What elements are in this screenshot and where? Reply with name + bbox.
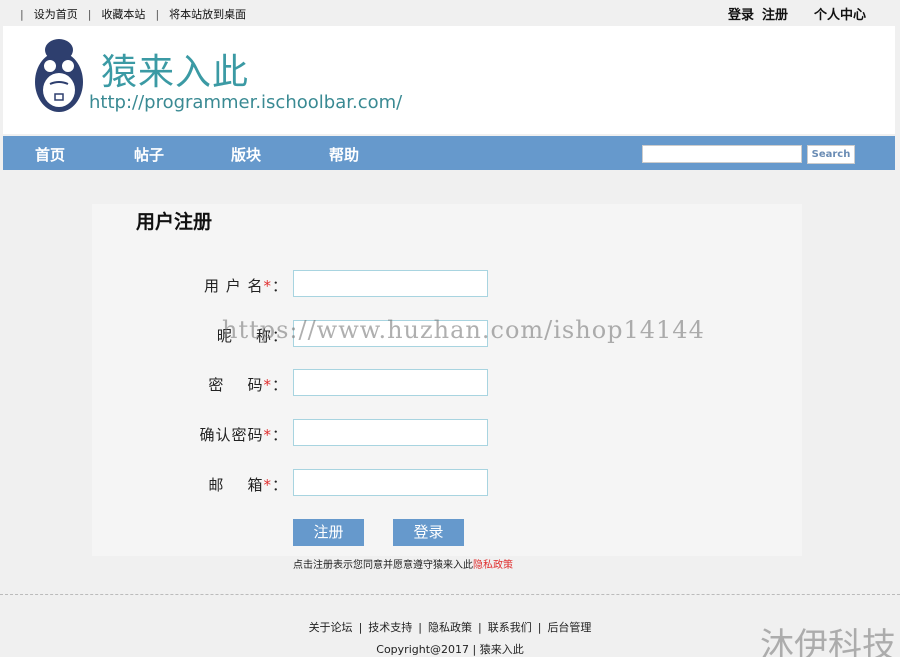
footer-link-support[interactable]: 技术支持 — [368, 621, 412, 634]
user-center-link[interactable]: 个人中心 — [814, 4, 866, 23]
password-row: 密 码*： — [92, 369, 802, 397]
copyright: Copyright@2017 | 猿来入此 — [376, 643, 524, 656]
search-input[interactable] — [642, 145, 802, 163]
separator: | — [155, 7, 160, 21]
nav-item-posts[interactable]: 帖子 — [134, 144, 164, 165]
nav-item-home[interactable]: 首页 — [35, 144, 65, 165]
confirm-password-row: 确认密码*： — [92, 419, 802, 447]
search-button[interactable]: Search — [807, 145, 855, 164]
set-homepage-link[interactable]: 设为首页 — [34, 6, 78, 22]
footer-divider — [0, 594, 900, 595]
separator: | — [20, 7, 24, 21]
site-title: 猿来入此 — [101, 52, 250, 93]
footer-link-contact[interactable]: 联系我们 — [488, 621, 532, 634]
confirm-password-input[interactable] — [293, 419, 488, 446]
top-links: | 设为首页 | 收藏本站 | 将本站放到桌面 — [20, 6, 246, 22]
register-link[interactable]: 注册 — [762, 4, 788, 23]
password-label: 密 码*： — [208, 376, 288, 394]
nickname-row: 昵 称： — [92, 320, 802, 348]
separator: | — [87, 7, 92, 21]
privacy-notice: 点击注册表示您同意并愿意遵守猿来入此隐私政策 — [293, 560, 513, 571]
footer-links: 关于论坛 | 技术支持 | 隐私政策 | 联系我们 | 后台管理 — [308, 621, 592, 634]
email-input[interactable] — [293, 469, 488, 496]
login-link[interactable]: 登录 — [728, 4, 754, 23]
confirm-password-label: 确认密码*： — [199, 426, 288, 444]
form-title: 用户注册 — [136, 211, 213, 233]
desktop-shortcut-link[interactable]: 将本站放到桌面 — [169, 6, 246, 22]
top-utility-bar: | 设为首页 | 收藏本站 | 将本站放到桌面 登录 注册 个人中心 — [0, 0, 900, 26]
password-input[interactable] — [293, 369, 488, 396]
main-nav: 首页 帖子 版块 帮助 Search — [3, 136, 895, 170]
login-button[interactable]: 登录 — [393, 519, 464, 546]
site-url: http://programmer.ischoolbar.com/ — [89, 92, 403, 113]
site-header: 猿来入此 http://programmer.ischoolbar.com/ — [3, 26, 895, 134]
monkey-logo-icon[interactable] — [33, 36, 85, 114]
nickname-label: 昵 称： — [216, 327, 288, 345]
username-input[interactable] — [293, 270, 488, 297]
footer-link-privacy[interactable]: 隐私政策 — [428, 621, 472, 634]
account-links: 登录 注册 个人中心 — [728, 4, 866, 23]
bookmark-link[interactable]: 收藏本站 — [101, 6, 145, 22]
footer-link-admin[interactable]: 后台管理 — [547, 621, 591, 634]
username-row: 用 户 名*： — [92, 270, 802, 298]
register-button[interactable]: 注册 — [293, 519, 364, 546]
nav-item-sections[interactable]: 版块 — [231, 144, 261, 165]
nickname-input[interactable] — [293, 320, 488, 347]
privacy-policy-link[interactable]: 隐私政策 — [473, 560, 513, 571]
nav-item-help[interactable]: 帮助 — [329, 144, 359, 165]
email-label: 邮 箱*： — [208, 476, 288, 494]
username-label: 用 户 名*： — [203, 277, 288, 295]
email-row: 邮 箱*： — [92, 469, 802, 497]
footer-link-about[interactable]: 关于论坛 — [309, 621, 353, 634]
register-panel: 用户注册 用 户 名*： 昵 称： 密 码*： 确认密码*： 邮 箱*： 注册 … — [92, 204, 802, 571]
